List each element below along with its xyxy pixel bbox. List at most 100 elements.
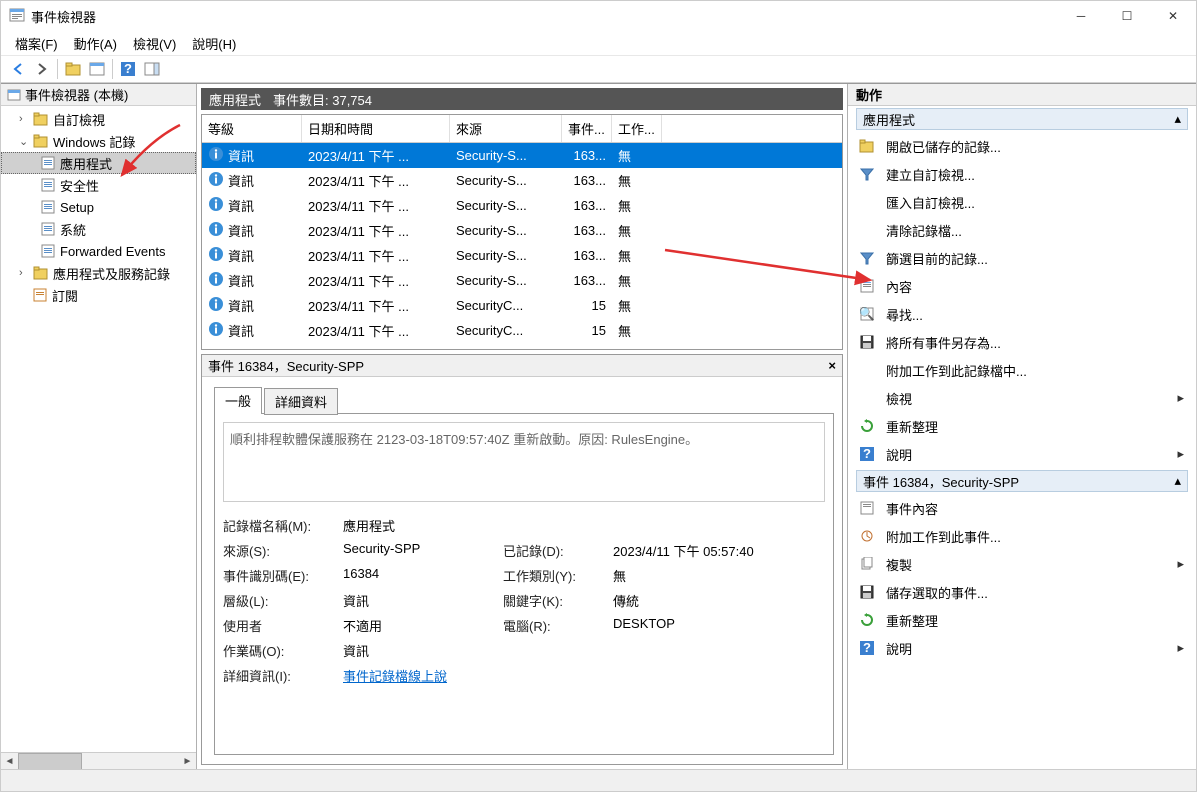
folder-icon <box>858 139 876 153</box>
tree-system[interactable]: 系統 <box>1 218 196 240</box>
tb-pane-button[interactable] <box>141 58 163 80</box>
svg-text:?: ? <box>124 62 132 76</box>
tab-details[interactable]: 詳細資料 <box>264 388 338 415</box>
list-row[interactable]: 資訊2023/4/11 下午 ...SecurityC...15無 <box>202 293 842 318</box>
info-icon <box>208 321 224 340</box>
action-import-custom[interactable]: 匯入自訂檢視... <box>852 188 1192 216</box>
info-icon <box>208 221 224 240</box>
info-icon <box>208 146 224 165</box>
action-save-all[interactable]: 將所有事件另存為... <box>852 328 1192 356</box>
col-task[interactable]: 工作... <box>612 115 662 142</box>
minimize-button[interactable]: ─ <box>1058 1 1104 31</box>
list-row[interactable]: 資訊2023/4/11 下午 ...Security-S...163...無 <box>202 218 842 243</box>
info-icon <box>208 271 224 290</box>
tb-props-button[interactable] <box>86 58 108 80</box>
list-header: 等級 日期和時間 來源 事件... 工作... <box>202 115 842 143</box>
list-row[interactable]: 資訊2023/4/11 下午 ...SecurityC...15無 <box>202 318 842 343</box>
actions-title: 動作 <box>848 84 1196 106</box>
info-icon <box>208 196 224 215</box>
window-title: 事件檢視器 <box>31 7 1058 26</box>
list-row[interactable]: 資訊2023/4/11 下午 ...Security-S...163...無 <box>202 243 842 268</box>
tree-hscroll[interactable]: ◄► <box>1 752 196 769</box>
find-icon: 🔍 <box>858 307 876 321</box>
toolbar: ? <box>1 55 1196 83</box>
maximize-button[interactable]: ☐ <box>1104 1 1150 31</box>
action-create-custom[interactable]: 建立自訂檢視... <box>852 160 1192 188</box>
tree-app-services[interactable]: ›應用程式及服務記錄 <box>1 262 196 284</box>
col-id[interactable]: 事件... <box>562 115 612 142</box>
action-attach-task-event[interactable]: 附加工作到此事件... <box>852 522 1192 550</box>
action-save-selected[interactable]: 儲存選取的事件... <box>852 578 1192 606</box>
info-icon <box>208 171 224 190</box>
menu-help[interactable]: 說明(H) <box>186 32 242 55</box>
app-icon <box>9 7 25 26</box>
list-row[interactable]: 資訊2023/4/11 下午 ...Security-S...163...無 <box>202 193 842 218</box>
action-properties[interactable]: 內容 <box>852 272 1192 300</box>
list-row[interactable]: 資訊2023/4/11 下午 ...Security-S...163...無 <box>202 143 842 168</box>
action-group-app[interactable]: 應用程式▴ <box>856 108 1188 130</box>
col-source[interactable]: 來源 <box>450 115 562 142</box>
tree-windows-logs[interactable]: ⌄Windows 記錄 <box>1 130 196 152</box>
menu-view[interactable]: 檢視(V) <box>127 32 182 55</box>
close-button[interactable]: ✕ <box>1150 1 1196 31</box>
save-icon <box>858 585 876 599</box>
svg-text:?: ? <box>863 447 871 461</box>
tree-application[interactable]: 應用程式 <box>1 152 196 174</box>
list-row[interactable]: 資訊2023/4/11 下午 ...Security-S...163...無 <box>202 268 842 293</box>
action-filter-current[interactable]: 篩選目前的記錄... <box>852 244 1192 272</box>
center-title: 應用程式 <box>209 90 261 109</box>
action-copy[interactable]: 複製▸ <box>852 550 1192 578</box>
list-body[interactable]: 資訊2023/4/11 下午 ...Security-S...163...無資訊… <box>202 143 842 349</box>
filter-icon <box>858 251 876 265</box>
status-bar <box>1 769 1196 791</box>
action-help2[interactable]: ?說明▸ <box>852 634 1192 662</box>
detail-title: 事件 16384，Security-SPP <box>208 356 364 375</box>
detail-panel: 事件 16384，Security-SPP × 一般 詳細資料 順利排程軟體保護… <box>201 354 843 765</box>
action-clear-log[interactable]: 清除記錄檔... <box>852 216 1192 244</box>
action-refresh2[interactable]: 重新整理 <box>852 606 1192 634</box>
tree-setup[interactable]: Setup <box>1 196 196 218</box>
attach-task-icon <box>858 529 876 543</box>
action-event-props[interactable]: 事件內容 <box>852 494 1192 522</box>
action-group-event[interactable]: 事件 16384，Security-SPP▴ <box>856 470 1188 492</box>
svg-text:🔍: 🔍 <box>860 307 874 321</box>
online-help-link[interactable]: 事件記錄檔線上說 <box>343 666 503 685</box>
action-attach-task-log[interactable]: 附加工作到此記錄檔中... <box>852 356 1192 384</box>
refresh-icon <box>858 613 876 627</box>
tree-subscriptions[interactable]: 訂閱 <box>1 284 196 306</box>
tree-custom-views[interactable]: ›自訂檢視 <box>1 108 196 130</box>
filter-icon <box>858 167 876 181</box>
action-open-saved[interactable]: 開啟已儲存的記錄... <box>852 132 1192 160</box>
detail-close-button[interactable]: × <box>828 358 836 373</box>
action-refresh[interactable]: 重新整理 <box>852 412 1192 440</box>
help-icon: ? <box>858 447 876 461</box>
menu-action[interactable]: 動作(A) <box>68 32 123 55</box>
center-panel: 應用程式 事件數目: 37,754 等級 日期和時間 來源 事件... 工作..… <box>197 84 848 769</box>
tree-security[interactable]: 安全性 <box>1 174 196 196</box>
tree-forwarded[interactable]: Forwarded Events <box>1 240 196 262</box>
titlebar: 事件檢視器 ─ ☐ ✕ <box>1 1 1196 31</box>
list-row[interactable]: 資訊2023/4/11 下午 ...Security-S...163...無 <box>202 168 842 193</box>
action-help[interactable]: ?說明▸ <box>852 440 1192 468</box>
svg-text:?: ? <box>863 641 871 655</box>
refresh-icon <box>858 419 876 433</box>
menu-file[interactable]: 檔案(F) <box>9 32 64 55</box>
col-date[interactable]: 日期和時間 <box>302 115 450 142</box>
back-button[interactable] <box>7 58 29 80</box>
tb-folder-button[interactable] <box>62 58 84 80</box>
info-icon <box>208 296 224 315</box>
tree-root[interactable]: 事件檢視器 (本機) <box>25 85 128 104</box>
save-icon <box>858 335 876 349</box>
tree-panel: 事件檢視器 (本機) ›自訂檢視 ⌄Windows 記錄 應用程式 安全性 Se… <box>1 84 197 769</box>
detail-properties: 記錄檔名稱(M):應用程式 來源(S):Security-SPP已記錄(D):2… <box>223 516 825 685</box>
event-props-icon <box>858 501 876 515</box>
tb-help-button[interactable]: ? <box>117 58 139 80</box>
col-level[interactable]: 等級 <box>202 115 302 142</box>
menubar: 檔案(F) 動作(A) 檢視(V) 說明(H) <box>1 31 1196 55</box>
forward-button[interactable] <box>31 58 53 80</box>
action-view[interactable]: 檢視▸ <box>852 384 1192 412</box>
event-count: 事件數目: 37,754 <box>273 90 372 109</box>
detail-description: 順利排程軟體保護服務在 2123-03-18T09:57:40Z 重新啟動。原因… <box>223 422 825 502</box>
action-find[interactable]: 🔍尋找... <box>852 300 1192 328</box>
tab-general[interactable]: 一般 <box>214 387 262 414</box>
